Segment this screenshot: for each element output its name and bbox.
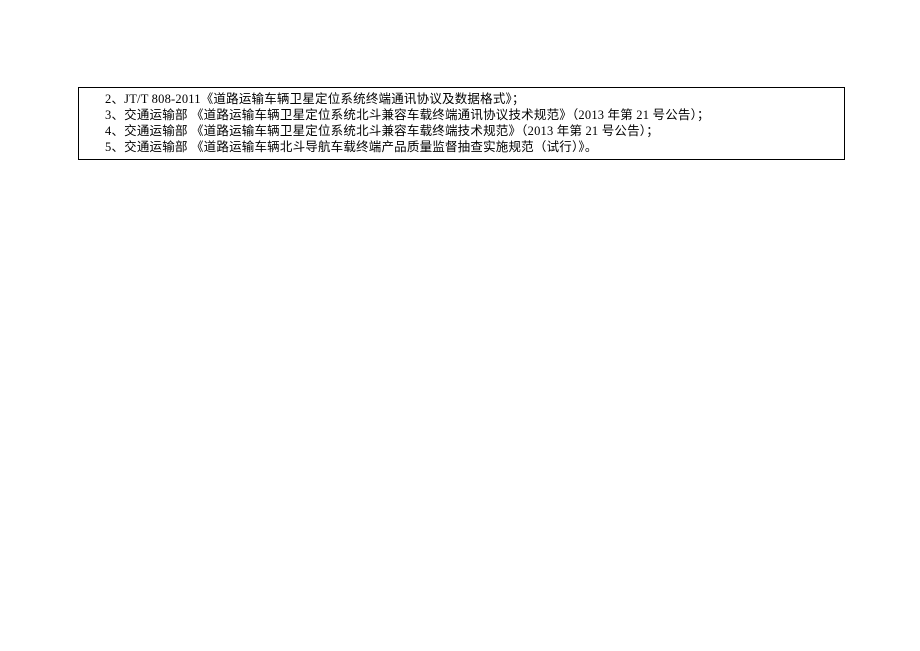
item-number: 2、 (105, 92, 124, 106)
item-text: 交通运输部 《道路运输车辆卫星定位系统北斗兼容车载终端技术规范》（2013 年第… (124, 124, 659, 138)
item-number: 5、 (105, 140, 124, 154)
item-text: 交通运输部 《道路运输车辆卫星定位系统北斗兼容车载终端通讯协议技术规范》（201… (124, 108, 710, 122)
list-item: 5、交通运输部 《道路运输车辆北斗导航车载终端产品质量监督抽查实施规范（试行）》… (87, 139, 836, 155)
list-item: 3、交通运输部 《道路运输车辆卫星定位系统北斗兼容车载终端通讯协议技术规范》（2… (87, 107, 836, 123)
item-number: 3、 (105, 108, 124, 122)
list-item: 2、JT/T 808-2011《道路运输车辆卫星定位系统终端通讯协议及数据格式》… (87, 91, 836, 107)
item-text: JT/T 808-2011《道路运输车辆卫星定位系统终端通讯协议及数据格式》； (124, 92, 525, 106)
list-item: 4、交通运输部 《道路运输车辆卫星定位系统北斗兼容车载终端技术规范》（2013 … (87, 123, 836, 139)
document-content-box: 2、JT/T 808-2011《道路运输车辆卫星定位系统终端通讯协议及数据格式》… (78, 87, 845, 160)
item-number: 4、 (105, 124, 124, 138)
item-text: 交通运输部 《道路运输车辆北斗导航车载终端产品质量监督抽查实施规范（试行）》。 (124, 140, 597, 154)
